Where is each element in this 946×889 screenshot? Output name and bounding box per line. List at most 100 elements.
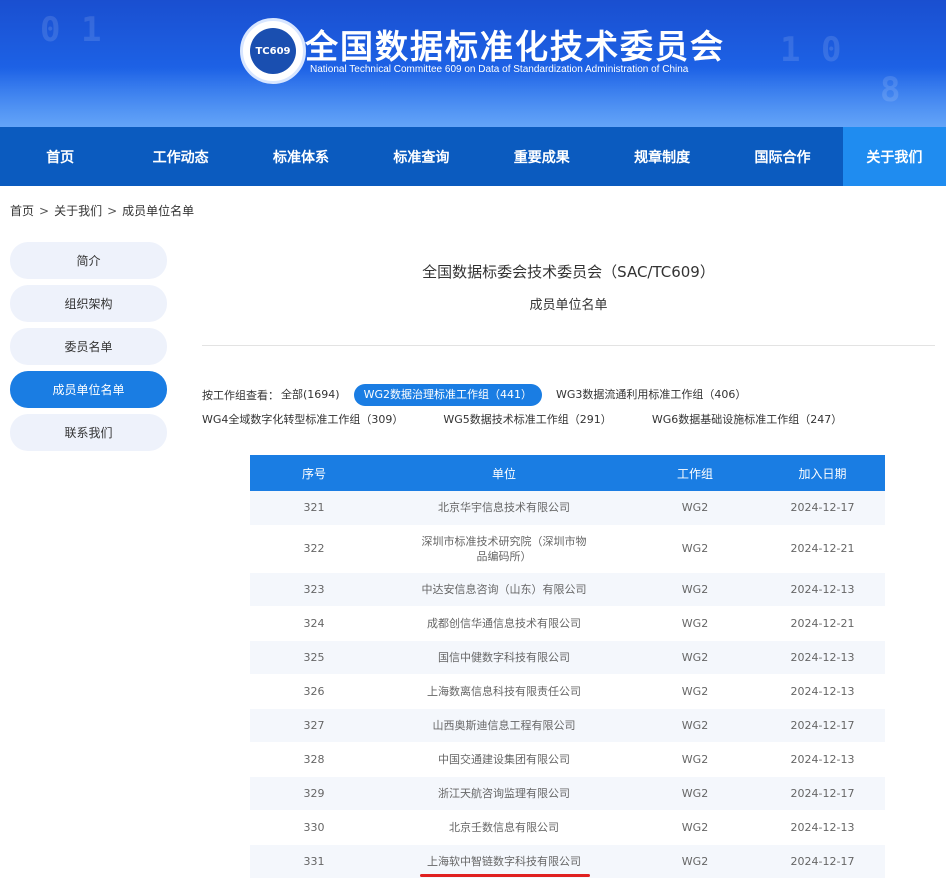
banner-glow (0, 67, 946, 127)
main-nav: 首页 工作动态 标准体系 标准查询 重要成果 规章制度 国际合作 关于我们 (0, 127, 946, 186)
workgroup-filter: 按工作组查看： 全部(1694) WG2数据治理标准工作组（441） WG3数据… (202, 384, 942, 434)
cell-number: 326 (250, 674, 378, 709)
filter-chip-wg6[interactable]: WG6数据基础设施标准工作组（247） (642, 409, 852, 431)
table-header-row: 序号 单位 工作组 加入日期 (250, 455, 885, 491)
nav-item-standard-query[interactable]: 标准查询 (361, 127, 481, 186)
cell-join-date: 2024-12-13 (760, 674, 885, 709)
nav-item-regulations[interactable]: 规章制度 (602, 127, 722, 186)
cell-number: 328 (250, 742, 378, 777)
cell-workgroup: WG2 (630, 525, 760, 573)
column-header-join-date: 加入日期 (760, 455, 885, 491)
table-row: 322 深圳市标准技术研究院（深圳市物品编码所） WG2 2024-12-21 (250, 525, 885, 573)
banner-deco: 8 (880, 70, 901, 110)
sidebar: 简介 组织架构 委员名单 成员单位名单 联系我们 (10, 242, 167, 457)
cell-number: 321 (250, 491, 378, 526)
nav-item-achievements[interactable]: 重要成果 (482, 127, 602, 186)
table-row: 328 中国交通建设集团有限公司 WG2 2024-12-13 (250, 742, 885, 777)
cell-join-date: 2024-12-21 (760, 606, 885, 641)
nav-item-standard-system[interactable]: 标准体系 (241, 127, 361, 186)
filter-chip-wg5[interactable]: WG5数据技术标准工作组（291） (433, 409, 621, 431)
banner-deco: 1 0 (780, 30, 842, 70)
cell-number: 323 (250, 572, 378, 607)
column-header-workgroup: 工作组 (630, 455, 760, 491)
cell-workgroup: WG2 (630, 491, 760, 526)
site-logo[interactable]: TC609 (240, 18, 306, 84)
breadcrumb-separator: > (39, 204, 50, 218)
cell-join-date: 2024-12-17 (760, 491, 885, 526)
cell-join-date: 2024-12-17 (760, 776, 885, 811)
filter-row: 按工作组查看： 全部(1694) WG2数据治理标准工作组（441） WG3数据… (202, 384, 942, 406)
cell-workgroup: WG2 (630, 878, 760, 889)
cell-workgroup: WG2 (630, 742, 760, 777)
cell-join-date: 2024-12-17 (760, 844, 885, 879)
cell-unit: 成都创信华通信息技术有限公司 (378, 606, 630, 641)
cell-number: 331 (250, 844, 378, 879)
cell-workgroup: WG2 (630, 708, 760, 743)
sidebar-item-committee-members[interactable]: 委员名单 (10, 328, 167, 365)
cell-join-date: 2024-12-21 (760, 525, 885, 573)
cell-workgroup: WG2 (630, 572, 760, 607)
sidebar-item-contact[interactable]: 联系我们 (10, 414, 167, 451)
filter-chip-wg4[interactable]: WG4全域数字化转型标准工作组（309） (202, 409, 413, 431)
cell-join-date: 2024-12-17 (760, 708, 885, 743)
sidebar-item-intro[interactable]: 简介 (10, 242, 167, 279)
cell-number: 322 (250, 525, 378, 573)
cell-workgroup: WG2 (630, 606, 760, 641)
sidebar-item-organization[interactable]: 组织架构 (10, 285, 167, 322)
cell-unit: 上海数离信息科技有限责任公司 (378, 674, 630, 709)
breadcrumb: 首页 > 关于我们 > 成员单位名单 (10, 202, 194, 219)
nav-item-news[interactable]: 工作动态 (120, 127, 240, 186)
table-row: 324 成都创信华通信息技术有限公司 WG2 2024-12-21 (250, 606, 885, 641)
filter-chip-all[interactable]: 全部(1694) (281, 384, 350, 406)
filter-chip-wg2[interactable]: WG2数据治理标准工作组（441） (353, 384, 542, 406)
header-banner: 0 1 1 0 8 TC609 全国数据标准化技术委员会 National Te… (0, 0, 946, 127)
cell-unit: 深圳市标准技术研究院（深圳市物品编码所） (378, 525, 630, 573)
cell-workgroup: WG2 (630, 810, 760, 845)
member-units-table-container: 序号 单位 工作组 加入日期 321 北京华宇信息技术有限公司 WG2 2024-12… (250, 455, 885, 889)
cell-unit: 国信中健数字科技有限公司 (378, 640, 630, 675)
table-row: 332上海今令信息科技股份有限公司WG22024-12-13 (250, 878, 885, 889)
cell-join-date: 2024-12-13 (760, 742, 885, 777)
filter-row: WG4全域数字化转型标准工作组（309） WG5数据技术标准工作组（291） W… (202, 409, 942, 431)
highlight-underline (420, 874, 590, 877)
cell-number: 330 (250, 810, 378, 845)
nav-item-home[interactable]: 首页 (0, 127, 120, 186)
table-row: 325 国信中健数字科技有限公司 WG2 2024-12-13 (250, 640, 885, 675)
table-row: 330 北京壬数信息有限公司 WG2 2024-12-13 (250, 810, 885, 845)
table-row: 331 上海软中智链数字科技有限公司 WG2 2024-12-17 (250, 844, 885, 879)
cell-number: 329 (250, 776, 378, 811)
site-title: 全国数据标准化技术委员会 (305, 27, 725, 66)
filter-chip-wg3[interactable]: WG3数据流通利用标准工作组（406） (546, 384, 756, 406)
breadcrumb-home-link[interactable]: 首页 (10, 204, 34, 218)
cell-unit: 上海今令信息科技股份有限公司 (378, 878, 630, 889)
sidebar-item-member-units[interactable]: 成员单位名单 (10, 371, 167, 408)
cell-number: 324 (250, 606, 378, 641)
cell-workgroup: WG2 (630, 640, 760, 675)
cell-unit: 山西奥斯迪信息工程有限公司 (378, 708, 630, 743)
column-header-unit: 单位 (378, 455, 630, 491)
nav-item-about-us[interactable]: 关于我们 (842, 127, 946, 186)
cell-unit: 北京华宇信息技术有限公司 (378, 491, 630, 526)
logo-emblem: TC609 (250, 28, 296, 74)
cell-unit: 中国交通建设集团有限公司 (378, 742, 630, 777)
nav-item-international[interactable]: 国际合作 (722, 127, 842, 186)
breadcrumb-about-link[interactable]: 关于我们 (54, 204, 102, 218)
divider (202, 345, 935, 346)
cell-join-date: 2024-12-13 (760, 572, 885, 607)
column-header-number: 序号 (250, 455, 378, 491)
cell-number: 332 (250, 878, 378, 889)
cell-workgroup: WG2 (630, 844, 760, 879)
banner-deco: 0 1 (40, 10, 102, 50)
breadcrumb-separator: > (107, 204, 118, 218)
table-row: 327 山西奥斯迪信息工程有限公司 WG2 2024-12-17 (250, 708, 885, 743)
cell-unit: 浙江天航咨询监理有限公司 (378, 776, 630, 811)
table-row: 326 上海数离信息科技有限责任公司 WG2 2024-12-13 (250, 674, 885, 709)
member-units-table: 序号 单位 工作组 加入日期 321 北京华宇信息技术有限公司 WG2 2024-12… (250, 455, 885, 889)
table-body: 321 北京华宇信息技术有限公司 WG2 2024-12-17 322 深圳市标准技术研究… (250, 491, 885, 889)
cell-join-date: 2024-12-13 (760, 810, 885, 845)
cell-unit: 北京壬数信息有限公司 (378, 810, 630, 845)
cell-number: 327 (250, 708, 378, 743)
table-row: 329 浙江天航咨询监理有限公司 WG2 2024-12-17 (250, 776, 885, 811)
site-subtitle: National Technical Committee 609 on Data… (310, 64, 689, 75)
cell-number: 325 (250, 640, 378, 675)
